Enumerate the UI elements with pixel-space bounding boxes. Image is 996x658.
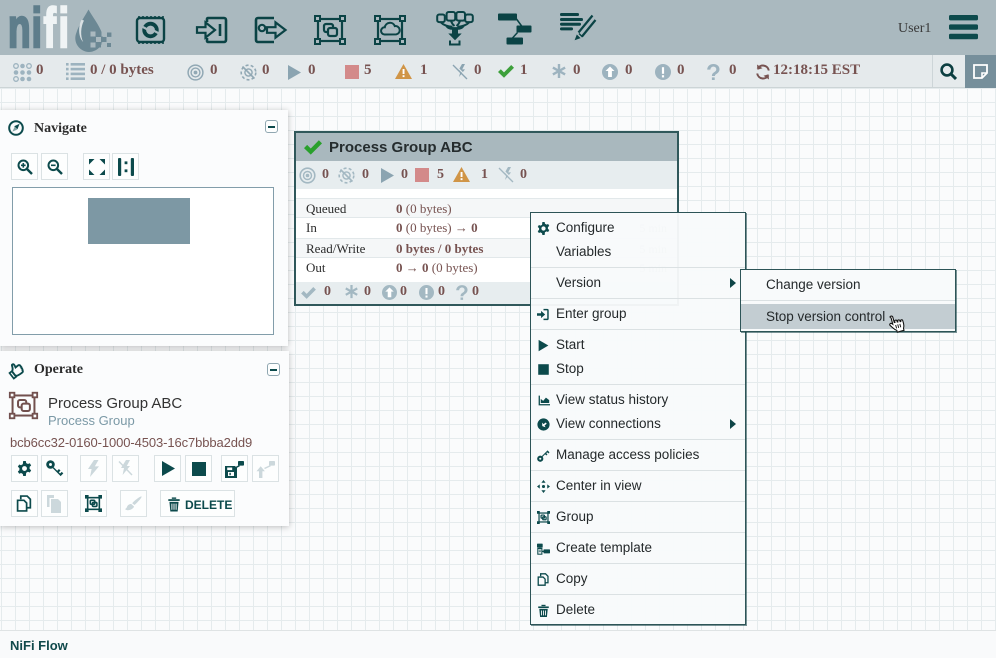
svg-text:fi: fi (44, 4, 72, 54)
svg-text:ni: ni (8, 4, 43, 54)
